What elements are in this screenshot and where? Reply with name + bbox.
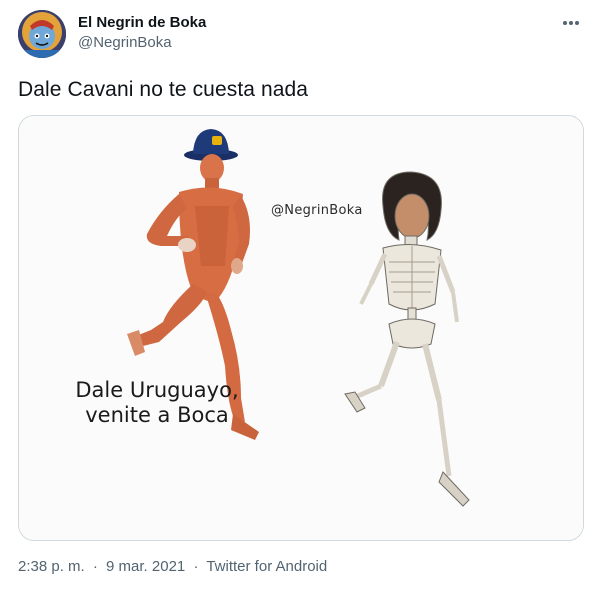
separator: · bbox=[92, 558, 98, 575]
meme-image bbox=[19, 116, 583, 540]
image-caption: Dale Uruguayo, venite a Boca bbox=[57, 378, 257, 428]
separator: · bbox=[193, 558, 199, 575]
tweet: El Negrin de Boka @NegrinBoka Dale Cavan… bbox=[0, 0, 601, 589]
author-info: El Negrin de Boka @NegrinBoka bbox=[78, 13, 206, 52]
tweet-date[interactable]: 9 mar. 2021 bbox=[106, 558, 185, 575]
caption-line-1: Dale Uruguayo, bbox=[75, 378, 239, 402]
tweet-time[interactable]: 2:38 p. m. bbox=[18, 558, 85, 575]
tweet-media[interactable]: @NegrinBoka Dale Uruguayo, venite a Boca bbox=[18, 115, 584, 541]
avatar-image bbox=[18, 10, 66, 58]
user-handle[interactable]: @NegrinBoka bbox=[78, 33, 206, 52]
display-name[interactable]: El Negrin de Boka bbox=[78, 13, 206, 32]
tweet-source[interactable]: Twitter for Android bbox=[206, 558, 327, 575]
more-options-icon bbox=[563, 21, 579, 25]
caption-line-2: venite a Boca bbox=[85, 403, 229, 427]
tweet-metadata: 2:38 p. m. · 9 mar. 2021 · Twitter for A… bbox=[18, 557, 327, 577]
more-options-button[interactable] bbox=[559, 12, 583, 34]
avatar[interactable] bbox=[18, 10, 66, 58]
image-watermark: @NegrinBoka bbox=[271, 203, 363, 218]
tweet-text: Dale Cavani no te cuesta nada bbox=[18, 78, 309, 101]
